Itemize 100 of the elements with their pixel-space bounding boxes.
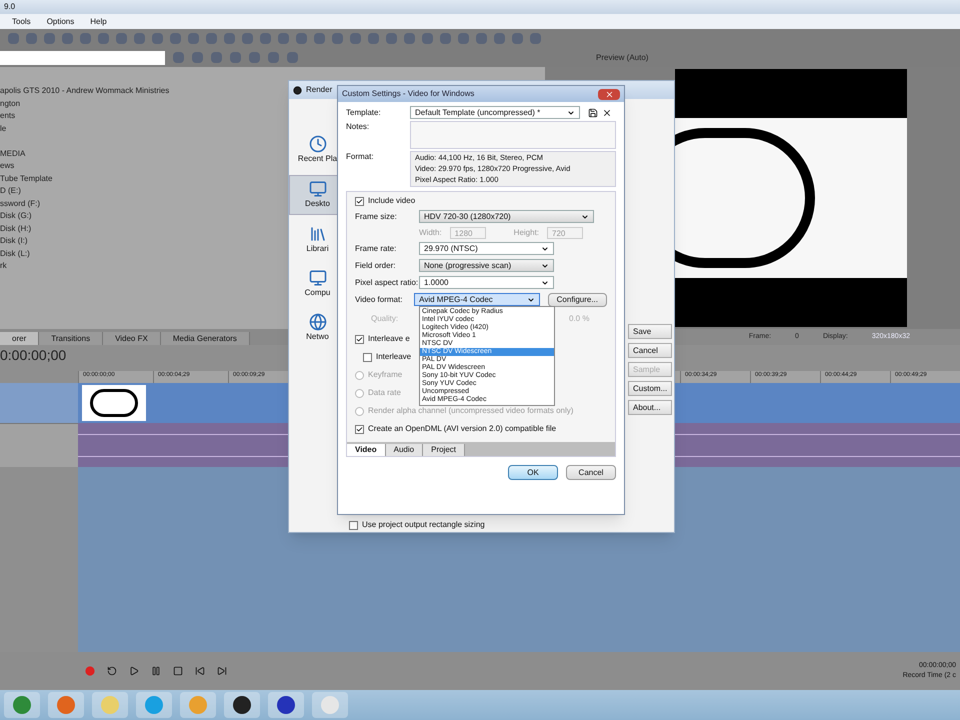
checkbox[interactable] [349, 520, 358, 530]
toolbar-icon[interactable] [278, 33, 289, 44]
checkbox[interactable] [355, 334, 364, 344]
caret-icon [541, 262, 549, 270]
toolbar-icon[interactable] [62, 33, 73, 44]
taskbar-app-icon[interactable] [268, 692, 304, 718]
toolbar-icon[interactable] [192, 52, 203, 63]
toolbar-icon[interactable] [230, 52, 241, 63]
field-label: Quality: [370, 313, 400, 325]
toolbar-icon[interactable] [332, 33, 343, 44]
ok-button[interactable]: OK [508, 465, 558, 480]
toolbar-icon[interactable] [8, 33, 19, 44]
video-format-select[interactable]: Avid MPEG-4 Codec [414, 293, 540, 306]
path-field[interactable] [0, 50, 165, 64]
toolbar-icon[interactable] [458, 33, 469, 44]
toolbar-icon[interactable] [404, 33, 415, 44]
option-label: Use project output rectangle sizing [362, 519, 485, 531]
toolbar-icon[interactable] [152, 33, 163, 44]
place-item[interactable]: Netwo [289, 309, 338, 347]
configure-button[interactable]: Configure... [548, 292, 607, 306]
settings-tab[interactable]: Project [423, 444, 466, 456]
delete-icon[interactable] [602, 108, 612, 118]
toolbar-icon[interactable] [206, 33, 217, 44]
toolbar-icon[interactable] [314, 33, 325, 44]
app-icon [293, 86, 302, 94]
field-label: Frame size: [355, 210, 398, 222]
toolbar-icon[interactable] [211, 52, 222, 63]
place-item[interactable]: Deskto [289, 175, 338, 215]
option-label: Keyframe [368, 369, 402, 381]
toolbar-icon[interactable] [26, 33, 37, 44]
window-tab[interactable]: orer [0, 332, 40, 345]
menu-item[interactable]: Options [46, 16, 74, 28]
toolbar-icon[interactable] [116, 33, 127, 44]
place-item[interactable]: Recent Pla [289, 131, 338, 169]
option-label: Data rate [368, 387, 401, 399]
field-order-select[interactable]: None (progressive scan) [419, 259, 554, 272]
caret-icon [526, 296, 535, 304]
stop-icon[interactable] [173, 666, 183, 676]
toolbar-icon[interactable] [80, 33, 91, 44]
toolbar-icon[interactable] [368, 33, 379, 44]
toolbar-icon[interactable] [530, 33, 541, 44]
field-label: Frame rate: [355, 242, 398, 254]
toolbar-icon[interactable] [350, 33, 361, 44]
toolbar-icon[interactable] [296, 33, 307, 44]
dialog-button[interactable]: Cancel [628, 343, 672, 358]
play-icon[interactable] [129, 666, 139, 676]
window-tab[interactable]: Media Generators [160, 332, 250, 345]
place-item[interactable]: Librari [289, 221, 338, 259]
toolbar-icon[interactable] [224, 33, 235, 44]
toolbar-icon[interactable] [494, 33, 505, 44]
template-select[interactable]: Default Template (uncompressed) * [410, 106, 580, 119]
dialog-button[interactable]: Custom... [628, 381, 672, 396]
pixel-aspect-select[interactable]: 1.0000 [419, 276, 554, 289]
loop-icon[interactable] [107, 666, 117, 676]
toolbar-icon[interactable] [170, 33, 181, 44]
place-icon [308, 135, 326, 153]
toolbar-icon[interactable] [173, 52, 184, 63]
toolbar-icon[interactable] [44, 33, 55, 44]
place-item[interactable]: Compu [289, 265, 338, 303]
frame-size-select[interactable]: HDV 720-30 (1280x720) [419, 210, 594, 223]
previous-icon[interactable] [195, 666, 205, 676]
toolbar-icon[interactable] [287, 52, 298, 63]
frame-rate-select[interactable]: 29.970 (NTSC) [419, 242, 554, 255]
taskbar-app-icon[interactable] [224, 692, 260, 718]
checkbox[interactable] [355, 196, 364, 206]
toolbar-icon[interactable] [242, 33, 253, 44]
toolbar-icon[interactable] [512, 33, 523, 44]
toolbar-icon[interactable] [249, 52, 260, 63]
option-label: Render alpha channel (uncompressed video formats only) [368, 405, 574, 417]
dialog-title: Render [306, 84, 332, 96]
toolbar-icon[interactable] [386, 33, 397, 44]
checkbox[interactable] [355, 424, 364, 434]
notes-field[interactable] [410, 121, 616, 149]
field-label: Pixel aspect ratio: [355, 276, 419, 288]
dialog-button[interactable]: About... [628, 400, 672, 415]
pause-icon[interactable] [151, 666, 161, 676]
toolbar-icon[interactable] [134, 33, 145, 44]
preview-mode-select[interactable]: Preview (Auto) [596, 52, 648, 64]
toolbar-icon[interactable] [260, 33, 271, 44]
menu-item[interactable]: Help [90, 16, 107, 28]
window-tab[interactable]: Video FX [103, 332, 161, 345]
save-icon[interactable] [588, 108, 598, 118]
settings-tab[interactable]: Video [347, 444, 386, 456]
toolbar-icon[interactable] [476, 33, 487, 44]
toolbar-icon[interactable] [440, 33, 451, 44]
toolbar-icon[interactable] [98, 33, 109, 44]
field-label: Field order: [355, 260, 396, 272]
place-icon [308, 225, 326, 243]
next-icon[interactable] [217, 666, 227, 676]
toolbar-icon[interactable] [268, 52, 279, 63]
menu-item[interactable]: Tools [12, 16, 31, 28]
checkbox[interactable] [363, 352, 372, 362]
dialog-button[interactable]: Save [628, 324, 672, 339]
close-icon[interactable] [598, 88, 620, 100]
toolbar-icon[interactable] [188, 33, 199, 44]
toolbar-icon[interactable] [422, 33, 433, 44]
cancel-button[interactable]: Cancel [566, 465, 616, 480]
window-tab[interactable]: Transitions [39, 332, 104, 345]
record-icon[interactable] [85, 666, 95, 676]
settings-tab[interactable]: Audio [386, 444, 424, 456]
